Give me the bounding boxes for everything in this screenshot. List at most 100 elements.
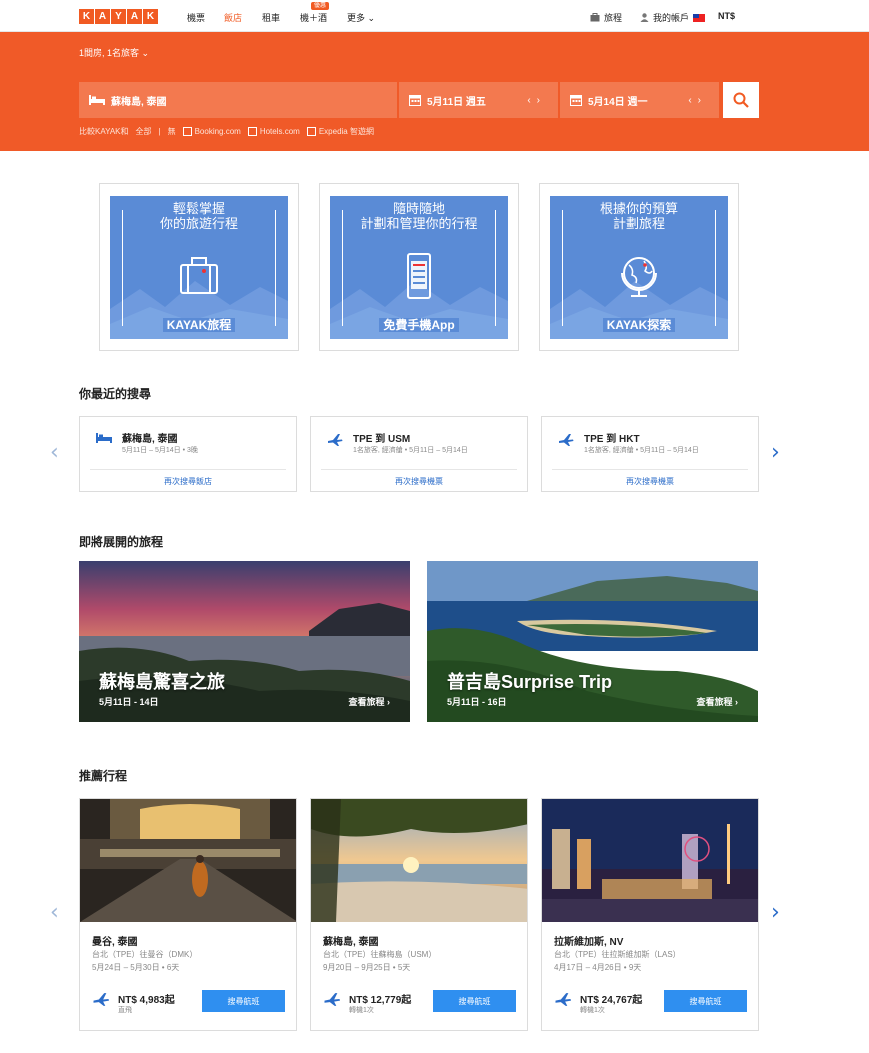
- promo-footer: 免費手機App: [330, 316, 508, 333]
- checkbox[interactable]: [306, 127, 316, 137]
- recent-search-card[interactable]: 蘇梅島, 泰國 5月11日 – 5月14日 • 3晚 再次搜尋飯店: [79, 416, 297, 492]
- guests-label: 1間房, 1名旅客: [79, 48, 140, 58]
- flight-route: 台北（TPE）往蘇梅島（USM）: [323, 950, 437, 959]
- plane-icon: [555, 993, 572, 1006]
- destination-city: 曼谷, 泰國: [92, 937, 138, 948]
- search-again-link[interactable]: 再次搜尋機票: [311, 476, 527, 487]
- search-flights-button[interactable]: 搜尋航班: [202, 990, 285, 1012]
- phone-icon: [407, 253, 431, 299]
- beach-sunset-photo: [311, 799, 527, 922]
- nav-more[interactable]: 更多 ⌄: [347, 11, 375, 24]
- plane-icon: [93, 993, 110, 1006]
- recommended-title: 推薦行程: [79, 769, 128, 783]
- promo-title-line1: 隨時隨地: [387, 201, 450, 216]
- recent-search-title: 蘇梅島, 泰國: [122, 434, 178, 445]
- price: NT$ 4,983起: [118, 995, 175, 1006]
- top-navigation: K A Y A K 機票 飯店 租車 優惠 機＋酒 更多 ⌄ 旅程 我的帳戶 N…: [0, 0, 869, 32]
- taiwan-flag-icon[interactable]: [693, 13, 706, 22]
- promo-banner: 根據你的預算 計劃旅程 KAYAK探索: [550, 196, 728, 339]
- trip-card-samui[interactable]: 蘇梅島驚喜之旅 5月11日 - 14日 查看旅程 ›: [79, 561, 410, 722]
- checkbox[interactable]: [247, 127, 257, 137]
- compare-all-link[interactable]: 全部: [136, 126, 152, 137]
- recent-search-card[interactable]: TPE 到 USM 1名旅客, 經濟艙 • 5月11日 – 5月14日 再次搜尋…: [310, 416, 528, 492]
- currency-selector[interactable]: NT$: [718, 11, 735, 21]
- provider-checkbox-booking[interactable]: Booking.com: [182, 127, 241, 137]
- search-again-link[interactable]: 再次搜尋機票: [542, 476, 758, 487]
- logo-letter: A: [95, 9, 110, 24]
- recommended-card[interactable]: 蘇梅島, 泰國 台北（TPE）往蘇梅島（USM） 9月20日 – 9月25日 •…: [310, 798, 528, 1031]
- trip-title: 普吉島Surprise Trip: [447, 672, 613, 692]
- recent-search-title: TPE 到 HKT: [584, 434, 640, 445]
- calendar-icon: [570, 95, 582, 106]
- view-trip-link[interactable]: 查看旅程 ›: [348, 695, 390, 708]
- destination-city: 蘇梅島, 泰國: [323, 937, 379, 948]
- chevron-right-icon: ›: [387, 697, 390, 707]
- trip-card-phuket[interactable]: 普吉島Surprise Trip 5月11日 - 16日 查看旅程 ›: [427, 561, 758, 722]
- chevron-right-icon[interactable]: ›: [771, 440, 780, 465]
- recent-search-details: 1名旅客, 經濟艙 • 5月11日 – 5月14日: [584, 447, 699, 454]
- promo-card-app[interactable]: 隨時隨地 計劃和管理你的行程 免費手機App: [319, 183, 519, 351]
- date-stepper-arrows[interactable]: ‹›: [688, 95, 707, 106]
- recent-search-card[interactable]: TPE 到 HKT 1名旅客, 經濟艙 • 5月11日 – 5月14日 再次搜尋…: [541, 416, 759, 492]
- plane-icon: [559, 434, 574, 446]
- nav-trips-label: 旅程: [604, 13, 623, 23]
- checkout-value: 5月14日 週一: [588, 96, 648, 108]
- divider: [552, 469, 748, 470]
- recommended-card[interactable]: 曼谷, 泰國 台北（TPE）往曼谷（DMK） 5月24日 – 5月30日 • 6…: [79, 798, 297, 1031]
- promo-banner: 隨時隨地 計劃和管理你的行程 免費手機App: [330, 196, 508, 339]
- nav-flight-hotel[interactable]: 機＋酒: [300, 11, 327, 24]
- compare-none-link[interactable]: 無: [168, 126, 176, 137]
- recommended-card[interactable]: 拉斯維加斯, NV 台北（TPE）往拉斯維加斯（LAS） 4月17日 – 4月2…: [541, 798, 759, 1031]
- view-trip-link[interactable]: 查看旅程 ›: [696, 695, 738, 708]
- recent-searches-title: 你最近的搜尋: [79, 387, 152, 401]
- date-stepper-arrows[interactable]: ‹›: [527, 95, 546, 106]
- chevron-left-icon[interactable]: ‹: [50, 900, 59, 925]
- promo-card-trips[interactable]: 輕鬆掌握 你的旅遊行程 KAYAK旅程: [99, 183, 299, 351]
- search-button[interactable]: [723, 82, 759, 118]
- search-flights-button[interactable]: 搜尋航班: [433, 990, 516, 1012]
- flight-route: 台北（TPE）往曼谷（DMK）: [92, 950, 198, 959]
- checkbox[interactable]: [182, 127, 192, 137]
- nav-trips[interactable]: 旅程: [590, 11, 622, 24]
- provider-label: Hotels.com: [259, 126, 300, 136]
- logo-letter: K: [143, 9, 158, 24]
- travel-dates: 5月24日 – 5月30日 • 6天: [92, 963, 180, 972]
- chevron-down-icon: ⌄: [141, 48, 150, 58]
- chevron-right-icon: ›: [735, 697, 738, 707]
- globe-icon: [621, 257, 657, 297]
- chevron-left-icon[interactable]: ‹: [50, 440, 59, 465]
- promo-title: 輕鬆掌握 你的旅遊行程: [110, 201, 288, 231]
- divider: [321, 469, 517, 470]
- compare-row: 比較KAYAK和 全部 | 無 Booking.com Hotels.com E…: [79, 126, 374, 137]
- nav-cars[interactable]: 租車: [262, 11, 280, 24]
- chevron-right-icon[interactable]: ›: [771, 900, 780, 925]
- nav-hotels[interactable]: 飯店: [224, 11, 242, 24]
- search-icon: [733, 92, 749, 108]
- deal-badge: 優惠: [311, 2, 330, 10]
- promo-title: 根據你的預算 計劃旅程: [550, 201, 728, 231]
- travel-dates: 9月20日 – 9月25日 • 5天: [323, 963, 411, 972]
- price: NT$ 24,767起: [580, 995, 643, 1006]
- bed-icon: [96, 433, 112, 443]
- provider-checkbox-expedia[interactable]: Expedia 智遊網: [306, 126, 374, 137]
- user-icon: [640, 13, 649, 22]
- promo-footer: KAYAK探索: [550, 316, 728, 333]
- destination-input[interactable]: 蘇梅島, 泰國: [79, 82, 397, 118]
- nav-account[interactable]: 我的帳戶: [640, 11, 706, 24]
- rooms-guests-selector[interactable]: 1間房, 1名旅客 ⌄: [79, 46, 149, 59]
- destination-city: 拉斯維加斯, NV: [554, 937, 624, 948]
- provider-checkbox-hotels[interactable]: Hotels.com: [247, 126, 300, 137]
- promo-footer-label: KAYAK旅程: [162, 318, 236, 332]
- recent-search-title: TPE 到 USM: [353, 434, 411, 445]
- travel-dates: 4月17日 – 4月26日 • 9天: [554, 963, 642, 972]
- kayak-logo[interactable]: K A Y A K: [79, 9, 158, 24]
- promo-card-explore[interactable]: 根據你的預算 計劃旅程 KAYAK探索: [539, 183, 739, 351]
- checkout-date-field[interactable]: 5月14日 週一 ‹›: [560, 82, 719, 118]
- checkin-date-field[interactable]: 5月11日 週五 ‹›: [399, 82, 558, 118]
- search-flights-button[interactable]: 搜尋航班: [664, 990, 747, 1012]
- chevron-down-icon: ⌄: [367, 13, 376, 23]
- search-again-link[interactable]: 再次搜尋飯店: [80, 476, 296, 487]
- promo-title-line1: 根據你的預算: [594, 201, 683, 216]
- logo-letter: K: [79, 9, 94, 24]
- nav-flights[interactable]: 機票: [187, 11, 205, 24]
